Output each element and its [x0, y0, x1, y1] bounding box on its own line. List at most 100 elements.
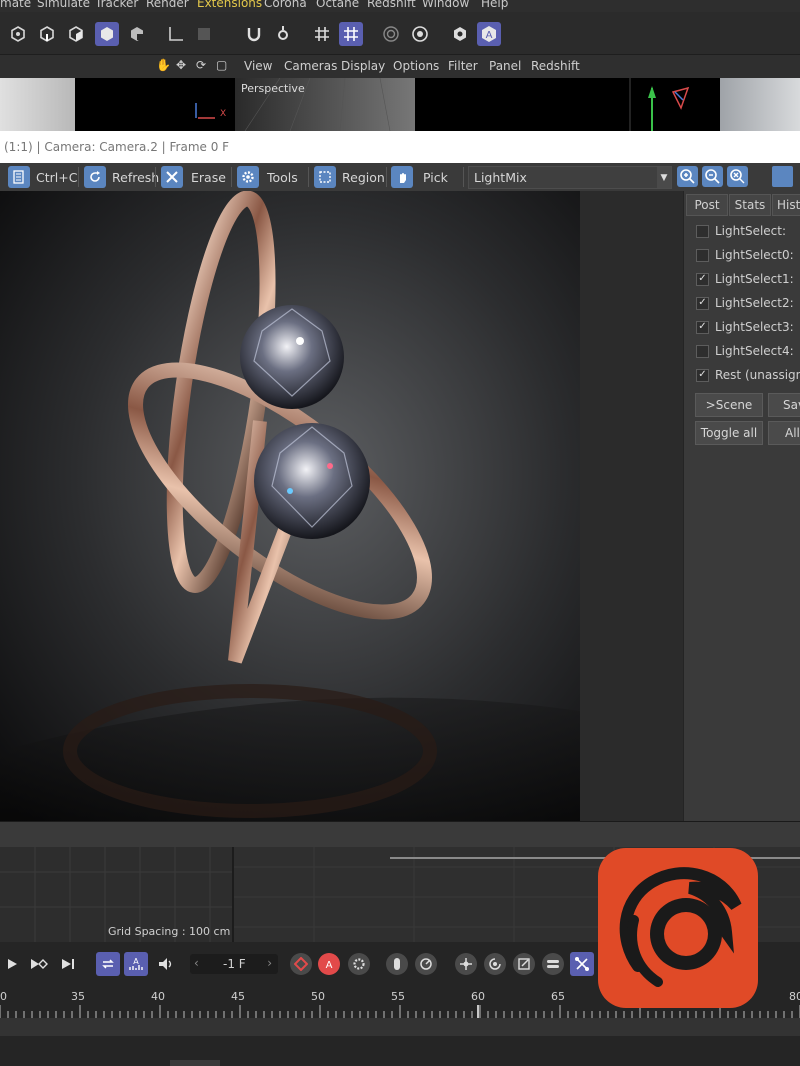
- model-icon[interactable]: [192, 22, 216, 46]
- polygon-mode-icon[interactable]: [64, 22, 88, 46]
- scale-track-icon[interactable]: [513, 953, 535, 975]
- lightselect-checkbox[interactable]: ✓: [696, 320, 709, 334]
- motion-icon[interactable]: [415, 953, 437, 975]
- zoom-out-icon[interactable]: [702, 166, 723, 187]
- next-key-icon[interactable]: [27, 952, 51, 976]
- menu-item-window[interactable]: Window: [422, 0, 469, 10]
- grid-icon[interactable]: [310, 22, 334, 46]
- all-button[interactable]: All: [768, 421, 800, 445]
- scrollbar-thumb[interactable]: [170, 1060, 220, 1066]
- hand-icon[interactable]: ✋: [156, 58, 171, 72]
- tools-button[interactable]: Tools: [237, 165, 298, 189]
- copy-button[interactable]: Ctrl+C: [8, 165, 77, 189]
- render-region-icon[interactable]: [379, 22, 403, 46]
- lightselect-row[interactable]: ✓ Rest (unassigned: [696, 365, 800, 385]
- lightselect-row[interactable]: ✓ LightSelect1:: [696, 269, 794, 289]
- hand-pointer-icon: [391, 166, 413, 188]
- lightselect-checkbox[interactable]: ✓: [696, 368, 709, 382]
- region-button-label: Region: [342, 169, 385, 185]
- lightmix-dropdown[interactable]: LightMix ▼: [468, 166, 672, 189]
- lightselect-label: LightSelect0:: [715, 248, 794, 262]
- perspective-viewport[interactable]: X Perspective: [0, 78, 800, 131]
- pick-button[interactable]: Pick: [391, 165, 448, 189]
- lightselect-checkbox[interactable]: [696, 248, 709, 262]
- viewport-menu-view[interactable]: View: [244, 59, 272, 73]
- toggle-all-button[interactable]: Toggle all: [695, 421, 763, 445]
- layout-toggle-icon[interactable]: [772, 166, 793, 187]
- current-frame-field[interactable]: ‹ -1 F ›: [190, 954, 278, 974]
- zoom-fit-icon[interactable]: [727, 166, 748, 187]
- lightselect-row[interactable]: LightSelect0:: [696, 245, 794, 265]
- play-forward-icon[interactable]: [0, 952, 24, 976]
- maximize-view-icon[interactable]: ▢: [216, 58, 227, 72]
- position-track-icon[interactable]: [455, 953, 477, 975]
- menu-item-redshift[interactable]: Redshift: [367, 0, 416, 10]
- object-mode-icon[interactable]: [95, 22, 119, 46]
- erase-button[interactable]: Erase: [161, 165, 226, 189]
- menu-item-help[interactable]: Help: [481, 0, 508, 10]
- key-settings-icon[interactable]: [348, 953, 370, 975]
- frame-increment-icon[interactable]: ›: [267, 956, 272, 970]
- viewport-menu-panel[interactable]: Panel: [489, 59, 521, 73]
- lightselect-row[interactable]: ✓ LightSelect2:: [696, 293, 794, 313]
- svg-text:X: X: [220, 109, 226, 119]
- ruler-label: 50: [311, 990, 325, 1003]
- render-active-icon[interactable]: A: [477, 22, 501, 46]
- workplane-icon[interactable]: [339, 22, 363, 46]
- rotation-track-icon[interactable]: [484, 953, 506, 975]
- timeline-track[interactable]: [0, 1018, 800, 1036]
- texture-mode-icon[interactable]: [125, 22, 149, 46]
- sound-icon[interactable]: [154, 952, 178, 976]
- menu-bar: mate Simulate Tracker Render Extensions …: [0, 0, 800, 12]
- menu-item-corona[interactable]: Corona: [264, 0, 307, 10]
- menu-item-extensions[interactable]: Extensions: [197, 0, 262, 10]
- zoom-in-icon[interactable]: [677, 166, 698, 187]
- menu-item-animate[interactable]: mate: [0, 0, 31, 10]
- frame-decrement-icon[interactable]: ‹: [194, 956, 199, 970]
- tab-post[interactable]: Post: [686, 194, 728, 216]
- viewport-menu-options[interactable]: Options: [393, 59, 439, 73]
- lightselect-checkbox[interactable]: [696, 224, 709, 238]
- viewport-menu-cameras[interactable]: Cameras: [284, 59, 337, 73]
- move-icon[interactable]: ✥: [176, 58, 186, 72]
- keyframe-selection-icon[interactable]: [386, 953, 408, 975]
- menu-item-tracker[interactable]: Tracker: [95, 0, 138, 10]
- lightselect-checkbox[interactable]: ✓: [696, 272, 709, 286]
- go-to-end-icon[interactable]: [56, 952, 80, 976]
- scene-button[interactable]: >Scene: [695, 393, 763, 417]
- lightmix-panel: Post Stats Histo LightSelect: LightSelec…: [683, 191, 800, 821]
- record-key-icon[interactable]: [290, 953, 312, 975]
- lightselect-row[interactable]: ✓ LightSelect3:: [696, 317, 794, 337]
- animation-mode-icon[interactable]: A: [124, 952, 148, 976]
- magnet-icon[interactable]: [242, 22, 266, 46]
- lightselect-row[interactable]: LightSelect4:: [696, 341, 794, 361]
- region-icon: [314, 166, 336, 188]
- region-button[interactable]: Region: [314, 165, 385, 189]
- lightselect-checkbox[interactable]: ✓: [696, 296, 709, 310]
- rotate-view-icon[interactable]: ⟳: [196, 58, 206, 72]
- axis-icon[interactable]: [164, 22, 188, 46]
- refresh-button[interactable]: Refresh: [84, 165, 159, 189]
- point-level-animation-icon[interactable]: [570, 952, 594, 976]
- snap-settings-icon[interactable]: [271, 22, 295, 46]
- menu-item-render[interactable]: Render: [146, 0, 189, 10]
- loop-icon[interactable]: [96, 952, 120, 976]
- viewport-menu-filter[interactable]: Filter: [448, 59, 478, 73]
- tab-histogram[interactable]: Histo: [772, 194, 800, 216]
- edge-mode-icon[interactable]: [35, 22, 59, 46]
- tab-stats[interactable]: Stats: [729, 194, 771, 216]
- lightselect-checkbox[interactable]: [696, 344, 709, 358]
- autokey-icon[interactable]: A: [318, 953, 340, 975]
- lightselect-row[interactable]: LightSelect:: [696, 221, 786, 241]
- menu-item-simulate[interactable]: Simulate: [37, 0, 90, 10]
- ruler-label: 40: [151, 990, 165, 1003]
- ruler-label: 0: [0, 990, 7, 1003]
- viewport-menu-redshift[interactable]: Redshift: [531, 59, 580, 73]
- parameter-track-icon[interactable]: [542, 953, 564, 975]
- render-settings-icon[interactable]: [408, 22, 432, 46]
- save-button[interactable]: Sav: [768, 393, 800, 417]
- viewport-menu-display[interactable]: Display: [341, 59, 385, 73]
- menu-item-octane[interactable]: Octane: [316, 0, 359, 10]
- render-view-icon[interactable]: [448, 22, 472, 46]
- point-mode-icon[interactable]: [6, 22, 30, 46]
